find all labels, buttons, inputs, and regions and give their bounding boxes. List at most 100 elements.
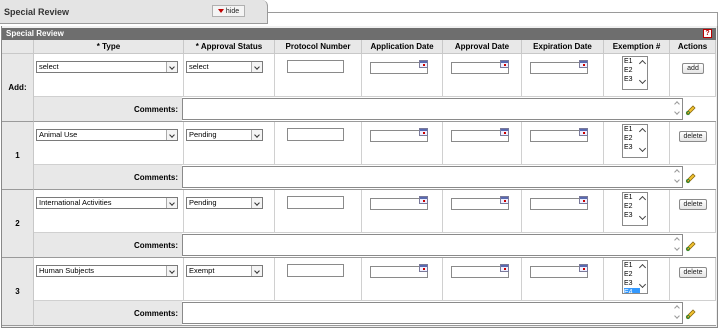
protocol-number-input[interactable] [287, 128, 344, 141]
comments-textarea[interactable] [182, 166, 683, 188]
chevron-up-icon[interactable] [638, 263, 647, 272]
chevron-up-icon[interactable] [674, 305, 680, 311]
column-header-application-date: Application Date [362, 40, 443, 54]
column-header-blank [2, 40, 34, 54]
column-header-actions: Actions [670, 40, 716, 54]
textarea-scrollbar[interactable] [672, 303, 682, 323]
approval-status-select[interactable]: Pending [186, 197, 263, 209]
edit-pencil-icon[interactable] [685, 240, 697, 252]
cell-exemption: E1 E2 E3 [604, 54, 670, 97]
row-label: 3 [2, 258, 34, 326]
chevron-up-icon[interactable] [674, 101, 680, 107]
calendar-icon[interactable] [419, 196, 428, 204]
chevron-up-icon[interactable] [638, 127, 647, 136]
cell-expiration-date [522, 54, 604, 97]
cell-protocol-number [275, 54, 362, 97]
calendar-icon[interactable] [500, 60, 509, 68]
table-row: 3 Human Subjects Exempt E1 E2 E3 E4 delete Comme… [2, 258, 716, 326]
edit-pencil-icon[interactable] [685, 104, 697, 116]
calendar-icon[interactable] [419, 128, 428, 136]
delete-button[interactable]: delete [679, 199, 707, 210]
exemption-listbox[interactable]: E1 E2 E3 E4 [622, 260, 648, 294]
exemption-listbox[interactable]: E1 E2 E3 [622, 192, 648, 226]
delete-button[interactable]: delete [679, 131, 707, 142]
listbox-scrollbar[interactable] [638, 193, 647, 225]
calendar-icon[interactable] [579, 128, 588, 136]
cell-approval-date [443, 190, 522, 233]
approval-status-select-value: Pending [189, 198, 217, 207]
type-select-value: Human Subjects [39, 266, 95, 275]
chevron-down-icon[interactable] [674, 245, 680, 251]
dropdown-arrow-icon [251, 62, 262, 72]
chevron-down-icon[interactable] [674, 109, 680, 115]
cell-exemption: E1 E2 E3 E4 [604, 258, 670, 301]
protocol-number-input[interactable] [287, 196, 344, 209]
protocol-number-input[interactable] [287, 264, 344, 277]
chevron-down-icon[interactable] [638, 144, 647, 153]
chevron-down-icon[interactable] [674, 177, 680, 183]
calendar-icon[interactable] [419, 60, 428, 68]
calendar-icon[interactable] [579, 60, 588, 68]
approval-status-select[interactable]: select [186, 61, 263, 73]
textarea-scrollbar[interactable] [672, 99, 682, 119]
add-button[interactable]: add [682, 63, 704, 74]
exemption-listbox[interactable]: E1 E2 E3 [622, 56, 648, 90]
calendar-icon[interactable] [500, 264, 509, 272]
row-number: Add: [8, 83, 27, 92]
dropdown-arrow-icon [166, 62, 177, 72]
chevron-down-icon[interactable] [638, 280, 647, 289]
dropdown-arrow-icon [166, 198, 177, 208]
type-select[interactable]: Human Subjects [36, 265, 178, 277]
calendar-icon[interactable] [500, 196, 509, 204]
cell-application-date [362, 190, 443, 233]
approval-status-select[interactable]: Exempt [186, 265, 263, 277]
calendar-icon[interactable] [579, 264, 588, 272]
hide-button-label: hide [225, 7, 240, 15]
hide-button[interactable]: hide [212, 5, 245, 17]
type-select-value: select [39, 62, 59, 71]
chevron-down-icon[interactable] [674, 313, 680, 319]
approval-status-select[interactable]: Pending [186, 129, 263, 141]
cell-actions: add [670, 54, 716, 97]
calendar-icon[interactable] [419, 264, 428, 272]
listbox-scrollbar[interactable] [638, 57, 647, 89]
approval-status-select-value: select [189, 62, 209, 71]
chevron-down-icon[interactable] [638, 76, 647, 85]
textarea-scrollbar[interactable] [672, 235, 682, 255]
help-icon[interactable]: ? [703, 29, 712, 38]
calendar-icon[interactable] [579, 196, 588, 204]
chevron-up-icon[interactable] [674, 237, 680, 243]
textarea-scrollbar[interactable] [672, 167, 682, 187]
calendar-icon[interactable] [500, 128, 509, 136]
column-header-protocol-number: Protocol Number [275, 40, 362, 54]
edit-pencil-icon[interactable] [685, 172, 697, 184]
cell-protocol-number [275, 190, 362, 233]
dropdown-arrow-icon [251, 198, 262, 208]
comments-textarea[interactable] [182, 234, 683, 256]
comments-label: Comments: [34, 301, 182, 326]
listbox-scrollbar[interactable] [638, 261, 647, 293]
protocol-number-input[interactable] [287, 60, 344, 73]
edit-pencil-icon[interactable] [685, 308, 697, 320]
dropdown-arrow-icon [251, 266, 262, 276]
chevron-up-icon[interactable] [674, 169, 680, 175]
cell-application-date [362, 54, 443, 97]
comments-cell [182, 233, 716, 258]
chevron-up-icon[interactable] [638, 59, 647, 68]
type-select[interactable]: Animal Use [36, 129, 178, 141]
exemption-listbox[interactable]: E1 E2 E3 [622, 124, 648, 158]
chevron-down-icon[interactable] [638, 212, 647, 221]
chevron-up-icon[interactable] [638, 195, 647, 204]
type-select[interactable]: International Activities [36, 197, 178, 209]
delete-button[interactable]: delete [679, 267, 707, 278]
type-select[interactable]: select [36, 61, 178, 73]
comments-label: Comments: [34, 165, 182, 190]
panel-tab-bar: Special Review hide [0, 0, 720, 26]
comments-textarea[interactable] [182, 302, 683, 324]
approval-status-select-value: Exempt [189, 266, 215, 275]
section-header: Special Review ? [2, 28, 716, 40]
listbox-scrollbar[interactable] [638, 125, 647, 157]
table-row: 1 Animal Use Pending E1 E2 E3 delete Comments: [2, 122, 716, 190]
cell-approval-date [443, 122, 522, 165]
comments-textarea[interactable] [182, 98, 683, 120]
